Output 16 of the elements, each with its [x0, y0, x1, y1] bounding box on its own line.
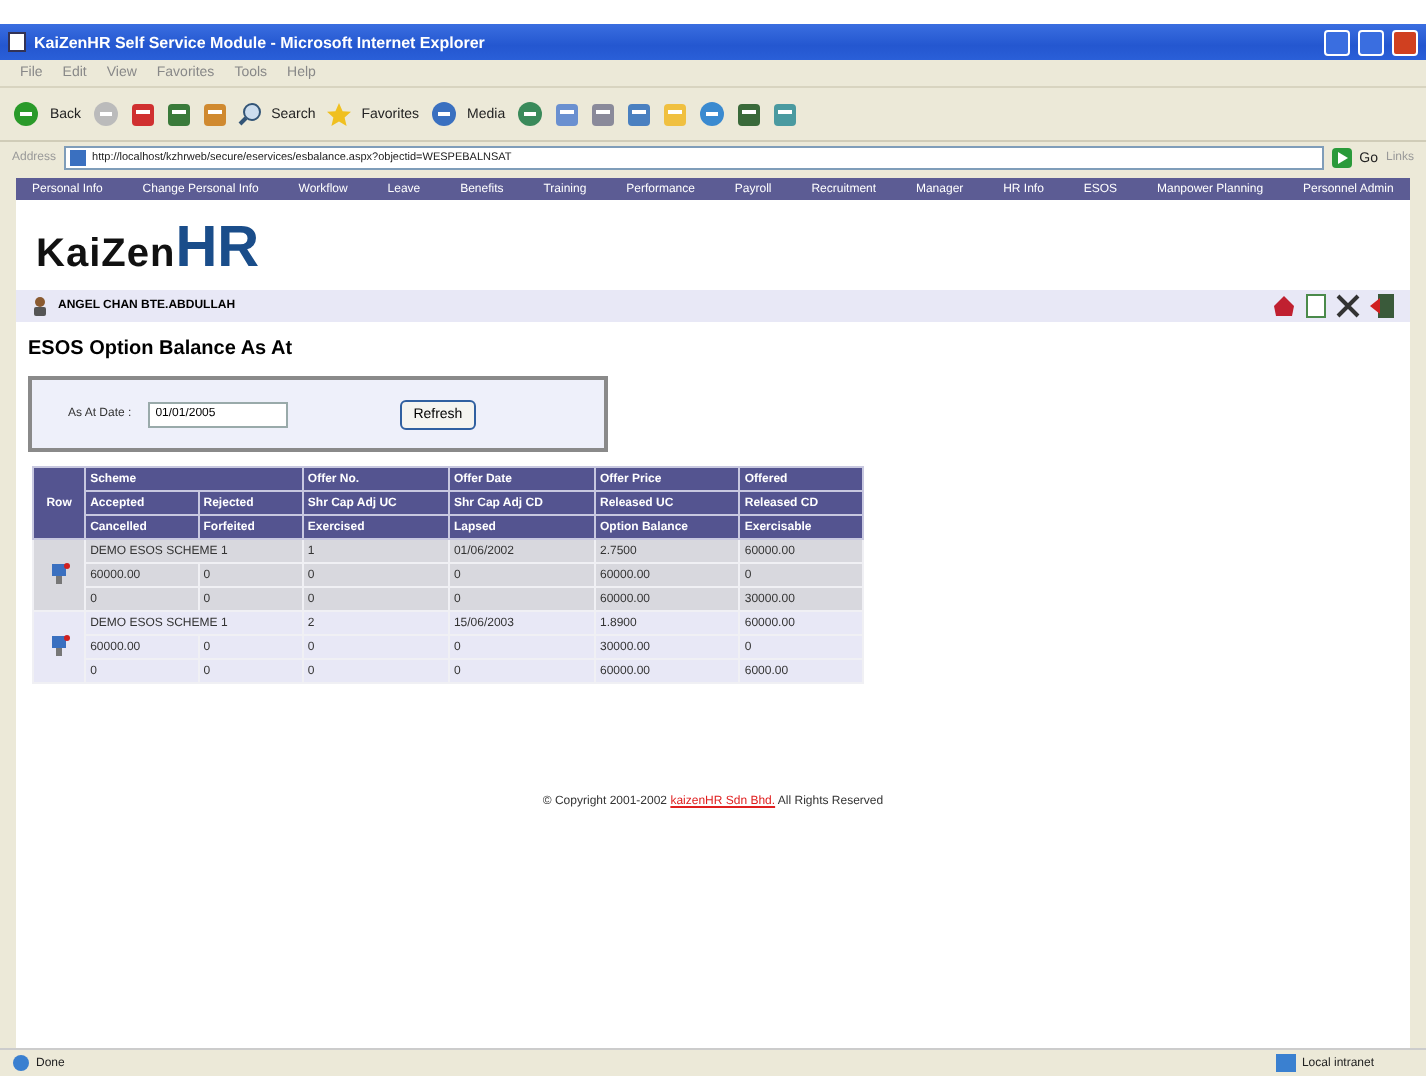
tools-icon[interactable] [1336, 294, 1360, 318]
star-icon[interactable] [325, 101, 352, 127]
window-title: KaiZenHR Self Service Module - Microsoft Internet Explorer [34, 33, 487, 51]
go-arrow-icon[interactable] [1331, 148, 1352, 168]
page-title: ESOS Option Balance As At [26, 336, 295, 364]
minimize-button[interactable] [1324, 29, 1350, 55]
exit-door-icon[interactable] [1370, 294, 1394, 318]
maximize-button[interactable] [1358, 29, 1384, 55]
edit-record-icon[interactable] [49, 634, 70, 656]
edit-record-icon[interactable] [49, 562, 70, 584]
search-icon[interactable] [237, 102, 262, 126]
person-icon [32, 296, 48, 316]
logo: KaiZenHR [36, 220, 260, 278]
document-icon[interactable] [1306, 294, 1326, 318]
house-icon[interactable] [1272, 294, 1296, 318]
close-button[interactable] [1392, 29, 1418, 55]
